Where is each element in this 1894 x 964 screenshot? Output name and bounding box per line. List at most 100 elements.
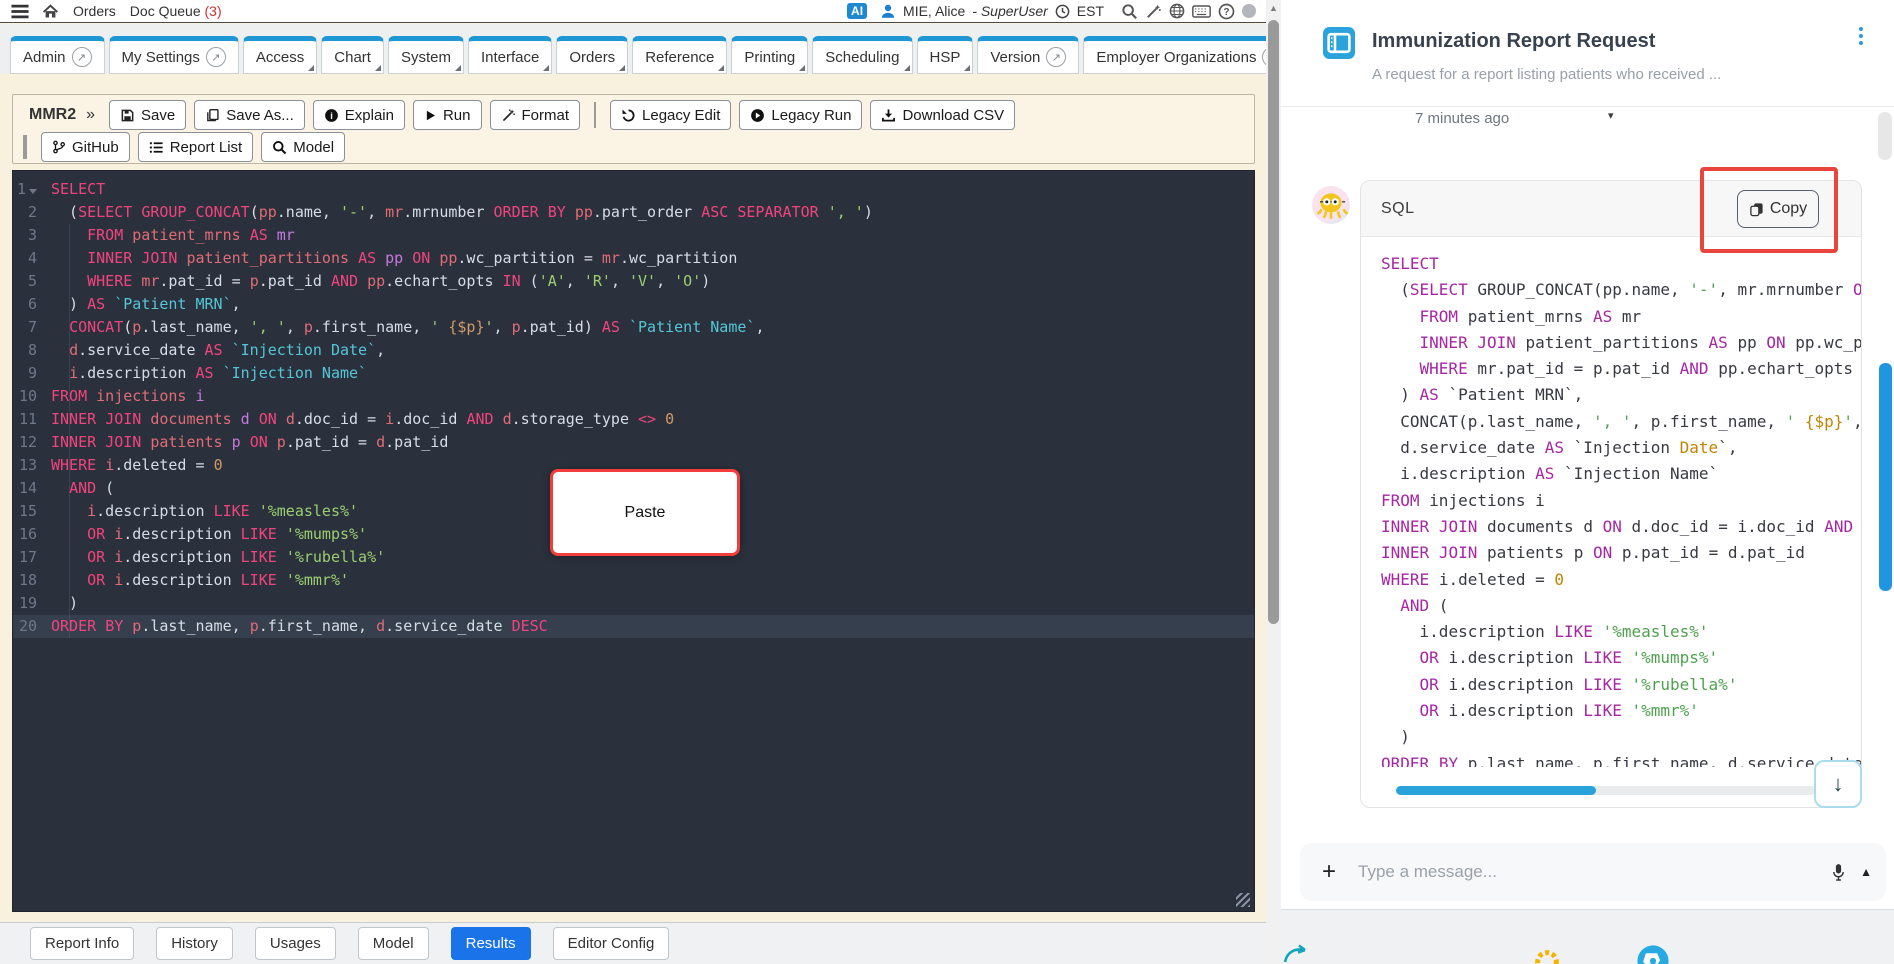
kebab-menu-icon[interactable] [1856,24,1866,48]
scrollbar-up-arrow-icon[interactable]: ▲ [1266,0,1281,16]
chat-code-line-16: OR i.description LIKE '%mumps%' [1419,648,1719,668]
sun-loader-icon [1532,947,1562,964]
line-number: 8 [27,341,37,359]
format-button[interactable]: Format [489,100,581,130]
message-input[interactable] [1358,862,1818,882]
editor-line-4: 4 INNER JOIN patient_partitions AS pp ON… [13,247,1254,270]
git-branch-icon [52,140,66,154]
svg-text:i: i [330,110,333,120]
bottom-tab-history[interactable]: History [156,927,233,960]
tab-version[interactable]: Version ↗ [977,36,1080,74]
report-expander[interactable]: » [86,106,95,124]
keyboard-icon[interactable] [1192,4,1211,18]
line-number: 10 [18,387,37,405]
chat-scrollbar-thumb[interactable] [1879,363,1892,591]
bottom-tab-model[interactable]: Model [357,927,429,960]
explain-button[interactable]: i Explain [312,100,405,130]
dropdown-corner-icon [454,65,461,71]
tab-label: Version [990,48,1041,66]
collapse-arrow-icon[interactable]: ▾ [1608,109,1614,122]
tab-system[interactable]: System [387,36,464,74]
globe-icon[interactable] [1169,3,1185,19]
report-list-button[interactable]: Report List [137,132,254,162]
sql-message-card: SQL Copy SELECT (SELECT GROUP_CONCAT(pp.… [1360,180,1862,808]
bottom-tab-report-info[interactable]: Report Info [30,927,135,960]
home-icon[interactable] [42,3,59,20]
tab-label: HSP [929,48,961,66]
model-button[interactable]: Model [261,132,346,162]
attach-button[interactable]: + [1314,858,1344,886]
history-icon [621,108,636,123]
search-icon[interactable] [1121,3,1138,20]
github-button[interactable]: GitHub [41,132,130,162]
left-app-scrollbar[interactable]: ▲ [1266,0,1281,964]
chat-code-line-12: INNER JOIN patients p ON p.pat_id = d.pa… [1381,543,1805,563]
chat-code-line-17: OR i.description LIKE '%rubella%' [1419,674,1738,694]
tab-hsp[interactable]: HSP [916,36,974,74]
fold-arrow-icon[interactable] [29,189,37,194]
cursor-arrow-icon [1283,942,1309,964]
editor-resize-handle[interactable] [1236,893,1250,907]
run-button[interactable]: Run [412,100,482,130]
chat-code-line-6: ) AS `Patient MRN`, [1381,385,1584,405]
dropdown-corner-icon [308,65,315,71]
dropdown-corner-icon [903,65,910,71]
scroll-to-bottom-button[interactable]: ↓ [1814,760,1862,808]
user-name[interactable]: MIE, Alice [903,3,965,19]
microphone-icon[interactable] [1831,863,1846,882]
bottom-tab-usages[interactable]: Usages [254,927,336,960]
editor-line-7: 7 CONCAT(p.last_name, ', ', p.first_name… [13,316,1254,339]
wand-icon[interactable] [1145,3,1162,20]
tab-access[interactable]: Access [242,36,318,74]
nav-tabs: Admin ↗ My Settings ↗ Access Chart System Inter… [0,24,1266,74]
tab-employer-organizations[interactable]: Employer Organizations↗ [1083,36,1266,74]
code-scrollbar-track[interactable] [1396,786,1816,795]
info-icon: i [324,108,339,123]
wand-icon [501,108,516,123]
code-scrollbar-thumb[interactable] [1396,786,1596,795]
top-bar: Orders Doc Queue (3) AI MIE, Alice - Sup… [0,0,1266,23]
save-button[interactable]: Save [109,100,187,130]
sql-code-block: SELECT (SELECT GROUP_CONCAT(pp.name, '-'… [1361,237,1861,767]
hamburger-menu-icon[interactable] [10,4,30,19]
chat-panel-icon [1323,27,1355,59]
sql-card-header: SQL Copy [1361,181,1861,237]
tab-label: Reference [645,48,715,66]
scrollbar-thumb[interactable] [1268,20,1279,624]
help-icon[interactable]: ? [1218,3,1235,20]
play-icon [424,109,437,122]
ai-badge[interactable]: AI [847,3,868,19]
breadcrumb-doc-queue[interactable]: Doc Queue (3) [130,3,222,19]
tab-orders[interactable]: Orders [556,36,629,74]
tab-reference[interactable]: Reference [632,36,728,74]
copy-button[interactable]: Copy [1737,190,1819,228]
editor-line-12: 12 INNER JOIN patients p ON p.pat_id = d.… [13,431,1254,454]
tab-my-settings[interactable]: My Settings ↗ [108,36,239,74]
tab-scheduling[interactable]: Scheduling [812,36,913,74]
chat-header: Immunization Report Request A request fo… [1281,0,1894,107]
tab-printing[interactable]: Printing [731,36,809,74]
bottom-tab-editor-config[interactable]: Editor Config [552,927,670,960]
bottom-tab-results[interactable]: Results [450,927,531,960]
save-as--button[interactable]: Save As... [194,100,305,130]
breadcrumb-orders[interactable]: Orders [73,3,116,19]
user-role: - SuperUser [972,3,1048,19]
line-number: 1 [13,178,43,201]
tab-admin[interactable]: Admin ↗ [10,36,105,74]
legacy-run-button[interactable]: Legacy Run [739,100,863,130]
paste-button[interactable]: Paste [550,469,740,556]
message-composer: + ▲ [1300,843,1886,901]
tab-interface[interactable]: Interface [467,36,553,74]
dropdown-corner-icon [799,65,806,71]
tab-label: My Settings [121,48,200,66]
download-csv-button[interactable]: Download CSV [870,100,1016,130]
editor-line-20: 20 ORDER BY p.last_name, p.first_name, d.… [13,615,1254,638]
copy-icon [1749,202,1764,217]
legacy-edit-button[interactable]: Legacy Edit [610,100,732,130]
chat-subtitle: A request for a report listing patients … [1372,66,1722,83]
tab-chart[interactable]: Chart [321,36,384,74]
collapse-composer-icon[interactable]: ▲ [1860,865,1872,879]
tab-label: Orders [569,48,616,66]
code-language-label: SQL [1381,199,1415,217]
editor-line-1: 1 SELECT [13,178,1254,201]
